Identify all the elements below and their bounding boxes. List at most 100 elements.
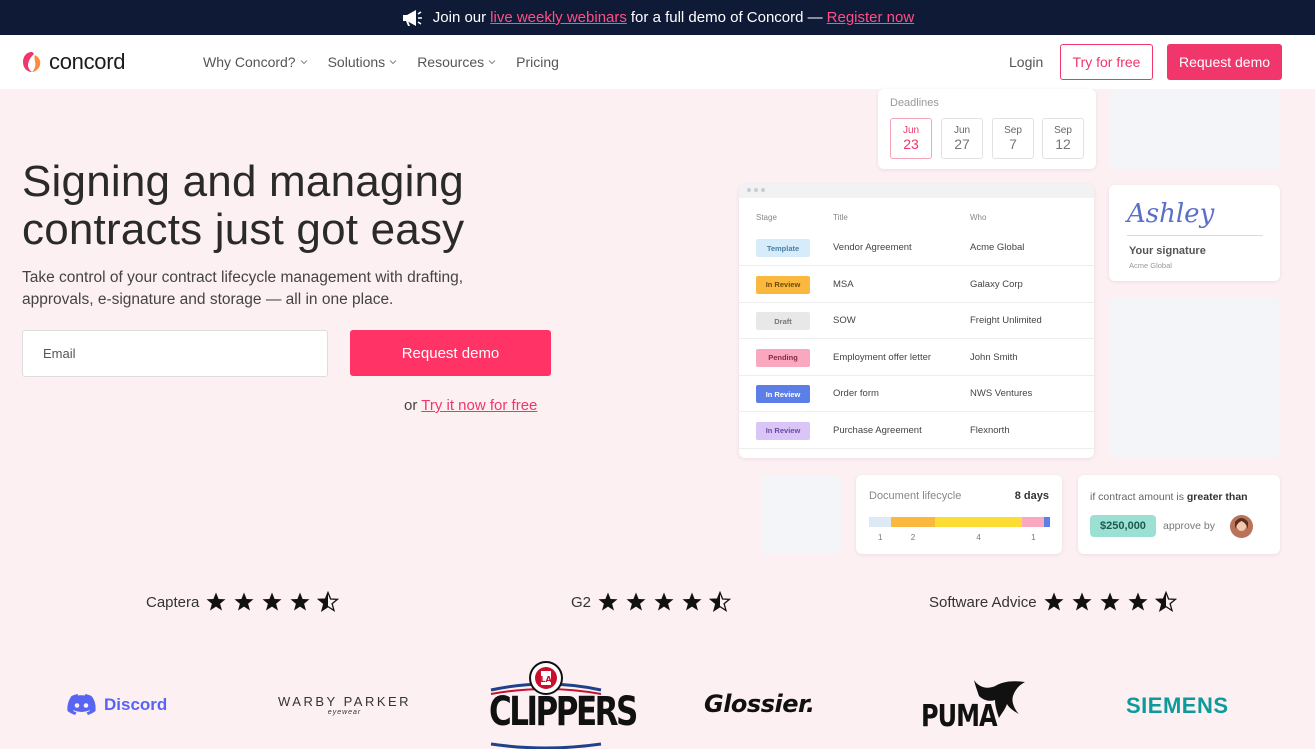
warby-main: WARBY PARKER xyxy=(278,694,412,709)
lifecycle-ticks: 1 2 4 1 xyxy=(869,533,1050,545)
concord-logo[interactable]: concord xyxy=(22,49,125,75)
discord-logo: Discord xyxy=(67,694,167,716)
request-demo-nav-button[interactable]: Request demo xyxy=(1167,44,1282,80)
login-link[interactable]: Login xyxy=(1009,54,1043,70)
signature-line xyxy=(1127,235,1263,236)
star-icon xyxy=(1128,592,1148,611)
table-row[interactable]: Template Vendor Agreement Acme Global xyxy=(739,230,1094,266)
contract-party: Freight Unlimited xyxy=(970,315,1042,326)
rating-source: G2 xyxy=(571,593,592,611)
star-rating xyxy=(205,591,340,613)
try-for-free-button[interactable]: Try for free xyxy=(1060,44,1153,80)
star-icon xyxy=(262,592,282,611)
stage-badge: In Review xyxy=(756,385,810,403)
deadline-day: 12 xyxy=(1055,136,1071,152)
menu-why-concord[interactable]: Why Concord? xyxy=(203,54,308,70)
approve-by-label: approve by xyxy=(1163,520,1215,532)
chevron-down-icon xyxy=(389,60,397,65)
contract-title: Employment offer letter xyxy=(833,351,932,363)
discord-icon xyxy=(67,694,96,715)
deadline-day: 23 xyxy=(903,136,919,152)
email-input[interactable] xyxy=(22,330,328,377)
header-who: Who xyxy=(970,213,987,222)
window-dots-icon xyxy=(747,188,765,192)
lifecycle-segment xyxy=(1022,517,1044,527)
top-nav: concord Why Concord? Solutions Resources… xyxy=(0,35,1315,89)
half-star-icon xyxy=(317,591,340,612)
menu-label: Pricing xyxy=(516,54,559,70)
stage-badge: Pending xyxy=(756,348,810,367)
deadlines-label: Deadlines xyxy=(890,97,939,109)
deadline-month: Jun xyxy=(902,125,920,136)
menu-resources[interactable]: Resources xyxy=(417,54,496,70)
table-row[interactable]: Pending Employment offer letter John Smith xyxy=(739,340,1094,376)
megaphone-icon xyxy=(402,9,422,26)
menu-pricing[interactable]: Pricing xyxy=(516,54,559,70)
stage-badge: In Review xyxy=(756,421,810,440)
placeholder-card xyxy=(1109,89,1280,169)
stage-badge: Template xyxy=(756,239,810,257)
deadline-date: Sep 7 xyxy=(992,118,1034,159)
star-rating xyxy=(1043,591,1177,613)
approval-prefix: if contract amount is xyxy=(1090,491,1184,503)
contract-title: MSA xyxy=(833,278,854,290)
svg-text:LA: LA xyxy=(540,675,552,684)
star-icon xyxy=(654,592,674,611)
hero-subtitle: Take control of your contract lifecycle … xyxy=(22,269,464,308)
placeholder-card xyxy=(1109,297,1280,458)
clippers-logo: LA CLIPPERS xyxy=(489,660,638,749)
register-link[interactable]: Register now xyxy=(827,9,915,26)
contract-title: Vendor Agreement xyxy=(833,242,912,253)
deadline-day: 27 xyxy=(954,136,970,152)
header-title: Title xyxy=(833,213,848,222)
chevron-down-icon xyxy=(488,60,496,65)
or-text: or xyxy=(404,397,418,414)
header-stage: Stage xyxy=(756,213,777,222)
webinars-link[interactable]: live weekly webinars xyxy=(490,9,627,26)
signature-company: Acme Global xyxy=(1129,261,1172,270)
lifecycle-bar xyxy=(869,517,1050,527)
deadline-month: Jun xyxy=(953,125,971,136)
concord-logo-icon xyxy=(23,52,41,72)
lifecycle-tick: 2 xyxy=(910,533,916,542)
clippers-wordmark: CLIPPERS xyxy=(489,688,638,736)
menu-label: Resources xyxy=(417,54,485,70)
lifecycle-segment xyxy=(934,517,1023,527)
lifecycle-segment xyxy=(869,517,891,527)
half-star-icon xyxy=(1154,591,1177,612)
stage-badge: Draft xyxy=(756,312,810,330)
logo-text: concord xyxy=(49,49,126,74)
contract-party: John Smith xyxy=(970,351,1018,363)
rating-g2: G2 xyxy=(571,591,732,613)
announcement-banner: Join our live weekly webinars for a full… xyxy=(0,0,1315,35)
table-row[interactable]: In Review Order form NWS Ventures xyxy=(739,376,1094,412)
try-now-line: or Try it now for free xyxy=(404,397,537,414)
table-row[interactable]: In Review Purchase Agreement Flexnorth xyxy=(739,413,1094,449)
lifecycle-segment xyxy=(890,517,935,527)
placeholder-card xyxy=(761,475,841,554)
stage-badge: In Review xyxy=(756,275,810,294)
lifecycle-days: 8 days xyxy=(1014,490,1049,502)
puma-logo: PUMA xyxy=(919,680,1029,735)
star-icon xyxy=(234,592,254,611)
contract-title: SOW xyxy=(833,315,856,326)
request-demo-hero-button[interactable]: Request demo xyxy=(350,330,551,376)
contract-title: Purchase Agreement xyxy=(833,424,922,436)
deadline-month: Sep xyxy=(1004,125,1022,136)
lifecycle-tick: 1 xyxy=(1031,533,1036,542)
table-row[interactable]: In Review MSA Galaxy Corp xyxy=(739,267,1094,303)
signature-script: Ashley xyxy=(1127,199,1215,229)
deadline-month: Sep xyxy=(1054,125,1072,136)
rating-source: Captera xyxy=(146,593,200,611)
menu-solutions[interactable]: Solutions xyxy=(328,54,398,70)
main-menu: Why Concord? Solutions Resources Pricing xyxy=(203,54,559,70)
try-now-link[interactable]: Try it now for free xyxy=(421,397,537,414)
contract-party: NWS Ventures xyxy=(970,388,1033,399)
rating-software-advice: Software Advice xyxy=(929,591,1177,613)
discord-wordmark: Discord xyxy=(104,695,168,714)
star-icon xyxy=(290,592,310,611)
lifecycle-segment xyxy=(1044,517,1050,527)
approval-amount: $250,000 xyxy=(1090,515,1156,537)
star-icon xyxy=(1072,592,1092,611)
table-row[interactable]: Draft SOW Freight Unlimited xyxy=(739,303,1094,339)
